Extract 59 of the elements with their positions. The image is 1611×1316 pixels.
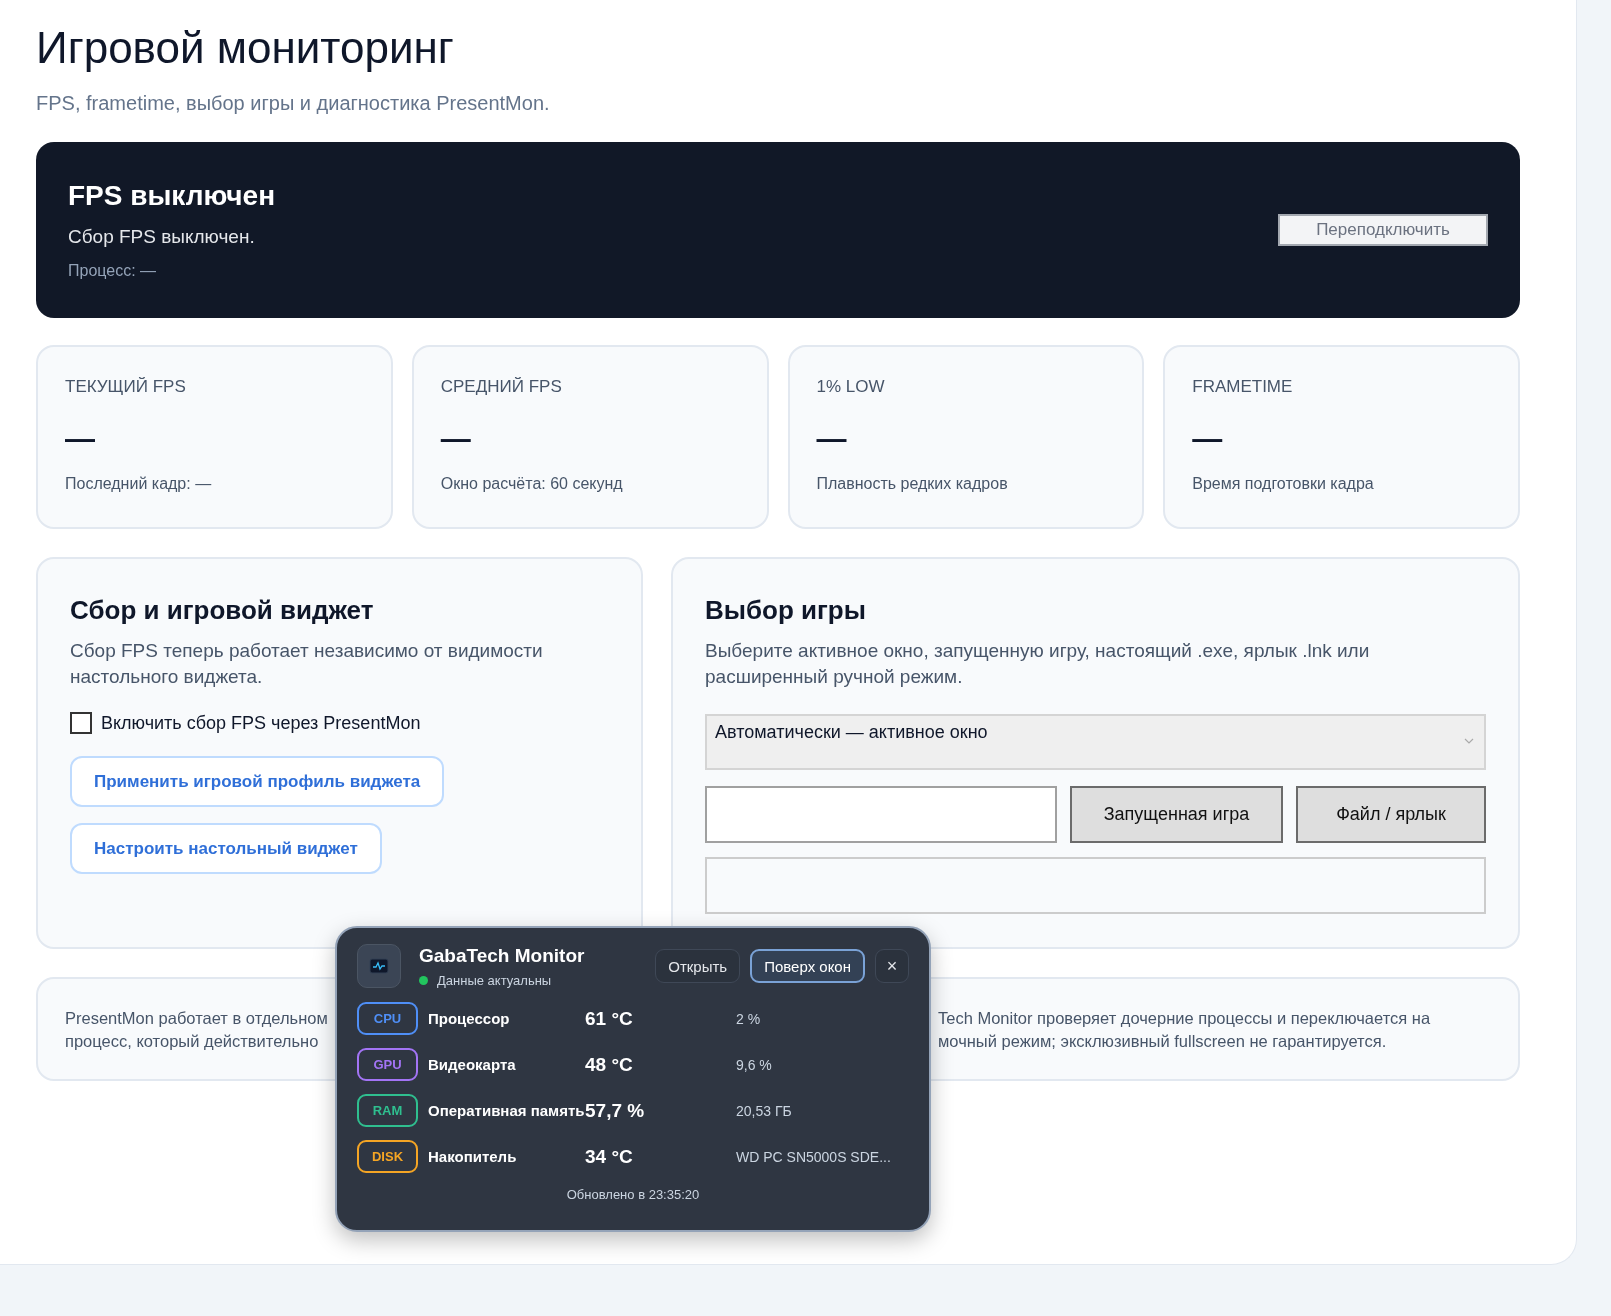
sensor-value: 34 °C xyxy=(585,1145,634,1168)
game-select[interactable]: Автоматически — активное окно xyxy=(705,714,1486,770)
arguments-field[interactable] xyxy=(705,857,1486,914)
sensor-value: 61 °C xyxy=(585,1007,634,1030)
stat-label: 1% LOW xyxy=(816,377,886,397)
panel-description: Выберите активное окно, запущенную игру, настоящий .exe, ярлык .lnk или расширенный ручной режим. xyxy=(705,639,1371,689)
info-text: мочный режим; эксклюзивный fullscreen не гарантируется. xyxy=(938,1031,1387,1052)
widget-button[interactable]: Поверх окон xyxy=(750,949,865,983)
sensor-detail: 2 % xyxy=(736,1010,761,1027)
sensor-value: 57,7 % xyxy=(585,1099,646,1122)
stat-label: ТЕКУЩИЙ FPS xyxy=(65,377,187,397)
stat-label: FRAMETIME xyxy=(1192,377,1294,397)
stat-label: СРЕДНИЙ FPS xyxy=(440,377,563,397)
chevron-down-icon xyxy=(1464,738,1474,744)
info-text: процесс, который действительно xyxy=(65,1031,319,1052)
app-logo-icon xyxy=(357,944,401,988)
checkbox[interactable] xyxy=(70,712,92,734)
sensor-tag: GPU xyxy=(357,1048,418,1081)
stat-value: — xyxy=(816,421,848,457)
game-source-button[interactable]: Запущенная игра xyxy=(1070,786,1283,843)
widget-button[interactable]: Открыть xyxy=(655,949,741,983)
panel-title: Сбор и игровой виджет xyxy=(70,595,375,626)
sensor-name: Видеокарта xyxy=(428,1056,517,1073)
info-text: PresentMon работает в отдельном xyxy=(65,1008,328,1029)
stat-note: Время подготовки кадра xyxy=(1192,475,1375,493)
checkbox-label[interactable]: Включить сбор FPS через PresentMon xyxy=(101,712,421,734)
game-path-field[interactable] xyxy=(705,786,1057,843)
stat-value: — xyxy=(65,421,96,457)
status-text: Данные актуальны xyxy=(437,972,552,988)
sensor-value: 48 °C xyxy=(585,1053,634,1076)
panel-title: Выбор игры xyxy=(705,595,867,626)
sensor-tag: DISK xyxy=(357,1140,418,1173)
updated-time: Обновлено в 23:35:20 xyxy=(565,1187,701,1202)
stat-value: — xyxy=(1192,421,1224,457)
panel-description: Сбор FPS теперь работает независимо от видимости настольного виджета. xyxy=(70,639,544,689)
sensor-name: Накопитель xyxy=(428,1148,518,1165)
stat-note: Последний кадр: — xyxy=(65,475,213,493)
page-title: Игровой мониторинг xyxy=(36,22,455,74)
stat-note: Плавность редких кадров xyxy=(816,475,1009,493)
sensor-detail: 20,53 ГБ xyxy=(736,1102,792,1119)
banner-message: Сбор FPS выключен. xyxy=(68,226,256,248)
sensor-detail: WD PC SN5000S SDE... xyxy=(736,1148,891,1165)
stat-value: — xyxy=(440,421,472,457)
sensor-detail: 9,6 % xyxy=(736,1056,772,1073)
close-button[interactable]: × xyxy=(875,949,909,983)
sensor-tag: RAM xyxy=(357,1094,418,1127)
stat-note: Окно расчёта: 60 секунд xyxy=(440,475,624,493)
sensor-name: Оперативная память xyxy=(428,1102,585,1119)
page-subtitle: FPS, frametime, выбор игры и диагностика PresentMon. xyxy=(36,92,551,115)
sensor-name: Процессор xyxy=(428,1010,511,1027)
reconnect-button[interactable]: Переподключить xyxy=(1278,214,1488,246)
sensor-tag: CPU xyxy=(357,1002,418,1035)
process-label: Процесс: — xyxy=(68,262,158,280)
info-text: Tech Monitor проверяет дочерние процессы и переключается на xyxy=(938,1008,1431,1029)
game-source-button[interactable]: Файл / ярлык xyxy=(1296,786,1486,843)
widget-profile-button[interactable]: Применить игровой профиль виджета xyxy=(70,756,445,807)
widget-profile-button[interactable]: Настроить настольный виджет xyxy=(70,823,382,874)
banner-title: FPS выключен xyxy=(68,180,276,212)
widget-title: GabaTech Monitor xyxy=(419,944,586,967)
